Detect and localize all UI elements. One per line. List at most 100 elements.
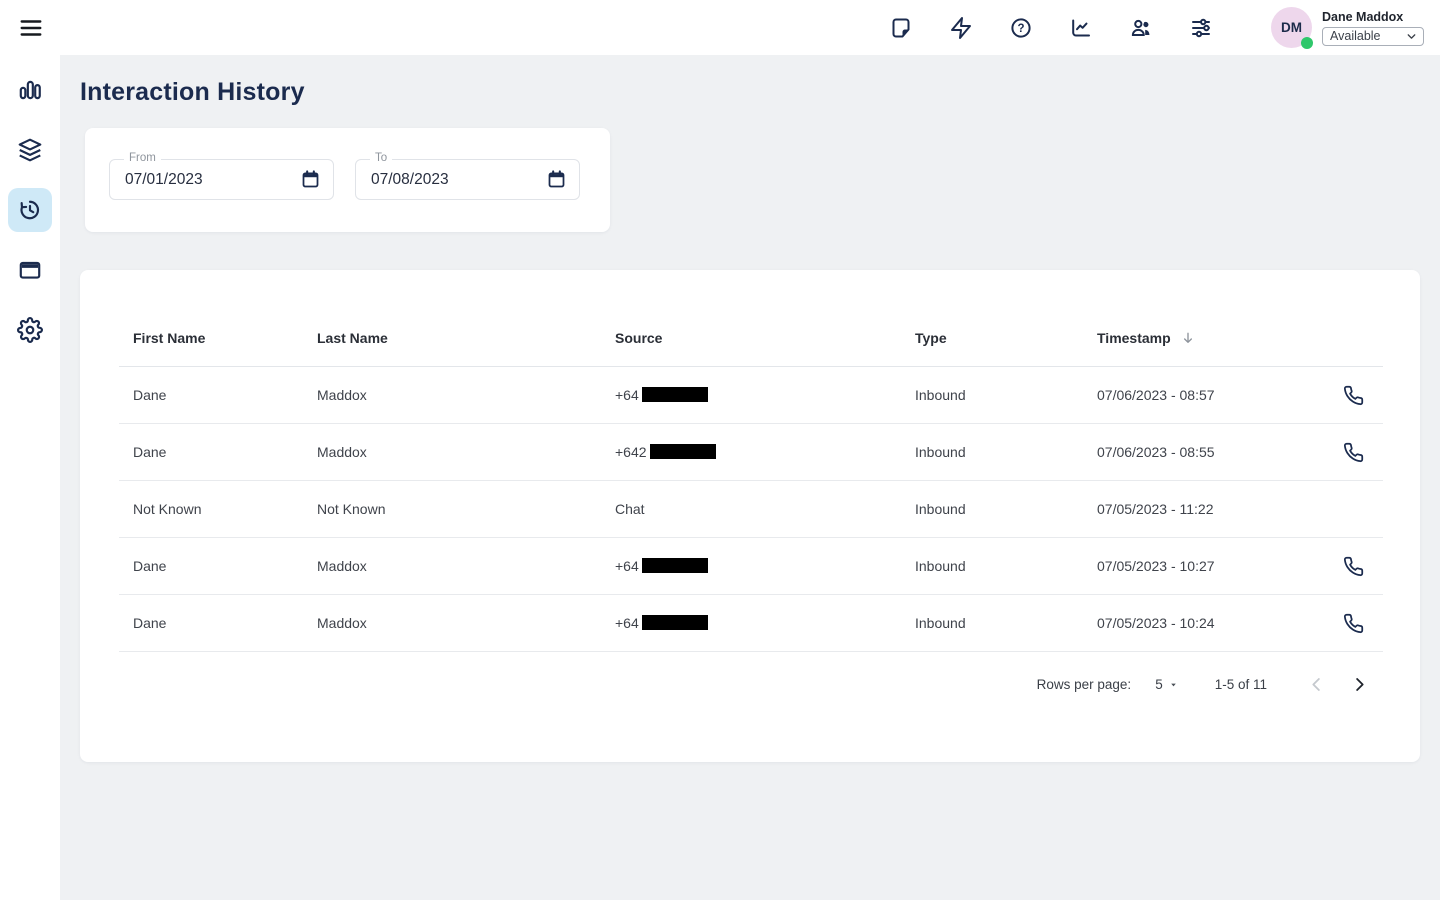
rows-per-page-value: 5 xyxy=(1155,677,1163,692)
page-title: Interaction History xyxy=(80,78,1420,107)
call-button[interactable] xyxy=(1343,385,1364,406)
sliders-icon xyxy=(1189,16,1213,40)
cell-source: +64 xyxy=(601,367,901,424)
avatar[interactable]: DM xyxy=(1271,7,1312,48)
cell-first-name: Dane xyxy=(119,595,303,652)
help-icon: ? xyxy=(1009,16,1033,40)
column-header-type[interactable]: Type xyxy=(901,310,1083,367)
gear-icon xyxy=(17,317,43,343)
contacts-button[interactable] xyxy=(1129,16,1153,40)
chevron-left-icon xyxy=(1307,675,1326,694)
call-button[interactable] xyxy=(1343,613,1364,634)
source-text: +64 xyxy=(615,387,639,403)
redaction-bar xyxy=(642,387,708,402)
line-chart-icon xyxy=(1069,16,1093,40)
status-select-value: Available xyxy=(1330,29,1381,43)
cell-timestamp: 07/05/2023 - 11:22 xyxy=(1083,481,1343,538)
cell-first-name: Not Known xyxy=(119,481,303,538)
cell-source: +64 xyxy=(601,538,901,595)
status-select[interactable]: Available xyxy=(1322,27,1424,46)
table-row[interactable]: Dane Maddox +64 Inbound 07/05/2023 - 10:… xyxy=(119,595,1383,652)
dropdown-arrow-icon xyxy=(1168,679,1179,690)
layers-icon xyxy=(17,137,43,163)
table-row[interactable]: Not Known Not Known Chat Inbound 07/05/2… xyxy=(119,481,1383,538)
interaction-table-body: Dane Maddox +64 Inbound 07/06/2023 - 08:… xyxy=(119,367,1383,652)
interaction-table: First Name Last Name Source Type Timesta… xyxy=(119,310,1383,652)
interaction-table-card: First Name Last Name Source Type Timesta… xyxy=(80,270,1420,762)
cell-source: +642 xyxy=(601,424,901,481)
sidebar xyxy=(0,55,60,900)
sidebar-item-interaction-history[interactable] xyxy=(8,188,52,232)
cell-action xyxy=(1343,367,1383,424)
cell-type: Inbound xyxy=(901,595,1083,652)
notes-button[interactable] xyxy=(889,16,913,40)
date-filter-card: From 07/01/2023 To 07/08/2023 xyxy=(85,128,610,232)
user-area: DM Dane Maddox Available xyxy=(1271,7,1424,48)
svg-text:?: ? xyxy=(1017,23,1024,35)
cell-timestamp: 07/05/2023 - 10:27 xyxy=(1083,538,1343,595)
source-text: Chat xyxy=(615,501,645,517)
redaction-bar xyxy=(642,558,708,573)
browser-window-icon xyxy=(17,257,43,283)
column-header-timestamp[interactable]: Timestamp xyxy=(1083,310,1343,367)
phone-icon xyxy=(1343,385,1364,406)
cell-last-name: Maddox xyxy=(303,538,601,595)
help-button[interactable]: ? xyxy=(1009,16,1033,40)
column-header-first-name[interactable]: First Name xyxy=(119,310,303,367)
from-date-field[interactable]: From 07/01/2023 xyxy=(109,159,334,200)
phone-icon xyxy=(1343,613,1364,634)
sidebar-item-analytics[interactable] xyxy=(8,68,52,112)
table-row[interactable]: Dane Maddox +642 Inbound 07/06/2023 - 08… xyxy=(119,424,1383,481)
to-date-field[interactable]: To 07/08/2023 xyxy=(355,159,580,200)
notes-icon xyxy=(889,16,913,40)
source-text: +642 xyxy=(615,444,647,460)
cell-first-name: Dane xyxy=(119,538,303,595)
from-date-calendar-button[interactable] xyxy=(300,169,321,190)
topbar-actions: ? xyxy=(889,7,1424,48)
calendar-icon xyxy=(300,169,321,190)
redaction-bar xyxy=(642,615,708,630)
table-row[interactable]: Dane Maddox +64 Inbound 07/05/2023 - 10:… xyxy=(119,538,1383,595)
cell-action xyxy=(1343,424,1383,481)
from-date-value: 07/01/2023 xyxy=(125,171,203,189)
column-header-actions xyxy=(1343,310,1383,367)
phone-icon xyxy=(1343,556,1364,577)
column-header-last-name[interactable]: Last Name xyxy=(303,310,601,367)
call-button[interactable] xyxy=(1343,442,1364,463)
cell-timestamp: 07/06/2023 - 08:55 xyxy=(1083,424,1343,481)
quick-actions-button[interactable] xyxy=(949,16,973,40)
avatar-initials: DM xyxy=(1281,20,1302,35)
call-button[interactable] xyxy=(1343,556,1364,577)
previous-page-button[interactable] xyxy=(1307,675,1326,694)
cell-type: Inbound xyxy=(901,424,1083,481)
pagination-range: 1-5 of 11 xyxy=(1215,677,1267,692)
phone-icon xyxy=(1343,442,1364,463)
cell-source: +64 xyxy=(601,595,901,652)
calendar-icon xyxy=(546,169,567,190)
next-page-button[interactable] xyxy=(1350,675,1369,694)
table-row[interactable]: Dane Maddox +64 Inbound 07/06/2023 - 08:… xyxy=(119,367,1383,424)
insights-button[interactable] xyxy=(1069,16,1093,40)
rows-per-page-select[interactable]: 5 xyxy=(1155,677,1179,692)
cell-action xyxy=(1343,481,1383,538)
app-window: ? xyxy=(0,0,1440,900)
column-header-source[interactable]: Source xyxy=(601,310,901,367)
sidebar-item-stacks[interactable] xyxy=(8,128,52,172)
sidebar-item-settings[interactable] xyxy=(8,308,52,352)
cell-type: Inbound xyxy=(901,367,1083,424)
preferences-button[interactable] xyxy=(1189,16,1213,40)
status-dot xyxy=(1301,37,1313,49)
cell-first-name: Dane xyxy=(119,367,303,424)
main-content: Interaction History From 07/01/2023 To 0… xyxy=(60,55,1440,900)
cell-action xyxy=(1343,538,1383,595)
user-info: Dane Maddox Available xyxy=(1322,10,1424,46)
rows-per-page-label: Rows per page: xyxy=(1037,677,1132,692)
chevron-right-icon xyxy=(1350,675,1369,694)
sidebar-item-workspace[interactable] xyxy=(8,248,52,292)
cell-timestamp: 07/06/2023 - 08:57 xyxy=(1083,367,1343,424)
cell-last-name: Maddox xyxy=(303,367,601,424)
timestamp-header-label: Timestamp xyxy=(1097,330,1171,346)
to-date-calendar-button[interactable] xyxy=(546,169,567,190)
hamburger-menu-button[interactable] xyxy=(18,15,44,41)
table-header-row: First Name Last Name Source Type Timesta… xyxy=(119,310,1383,367)
